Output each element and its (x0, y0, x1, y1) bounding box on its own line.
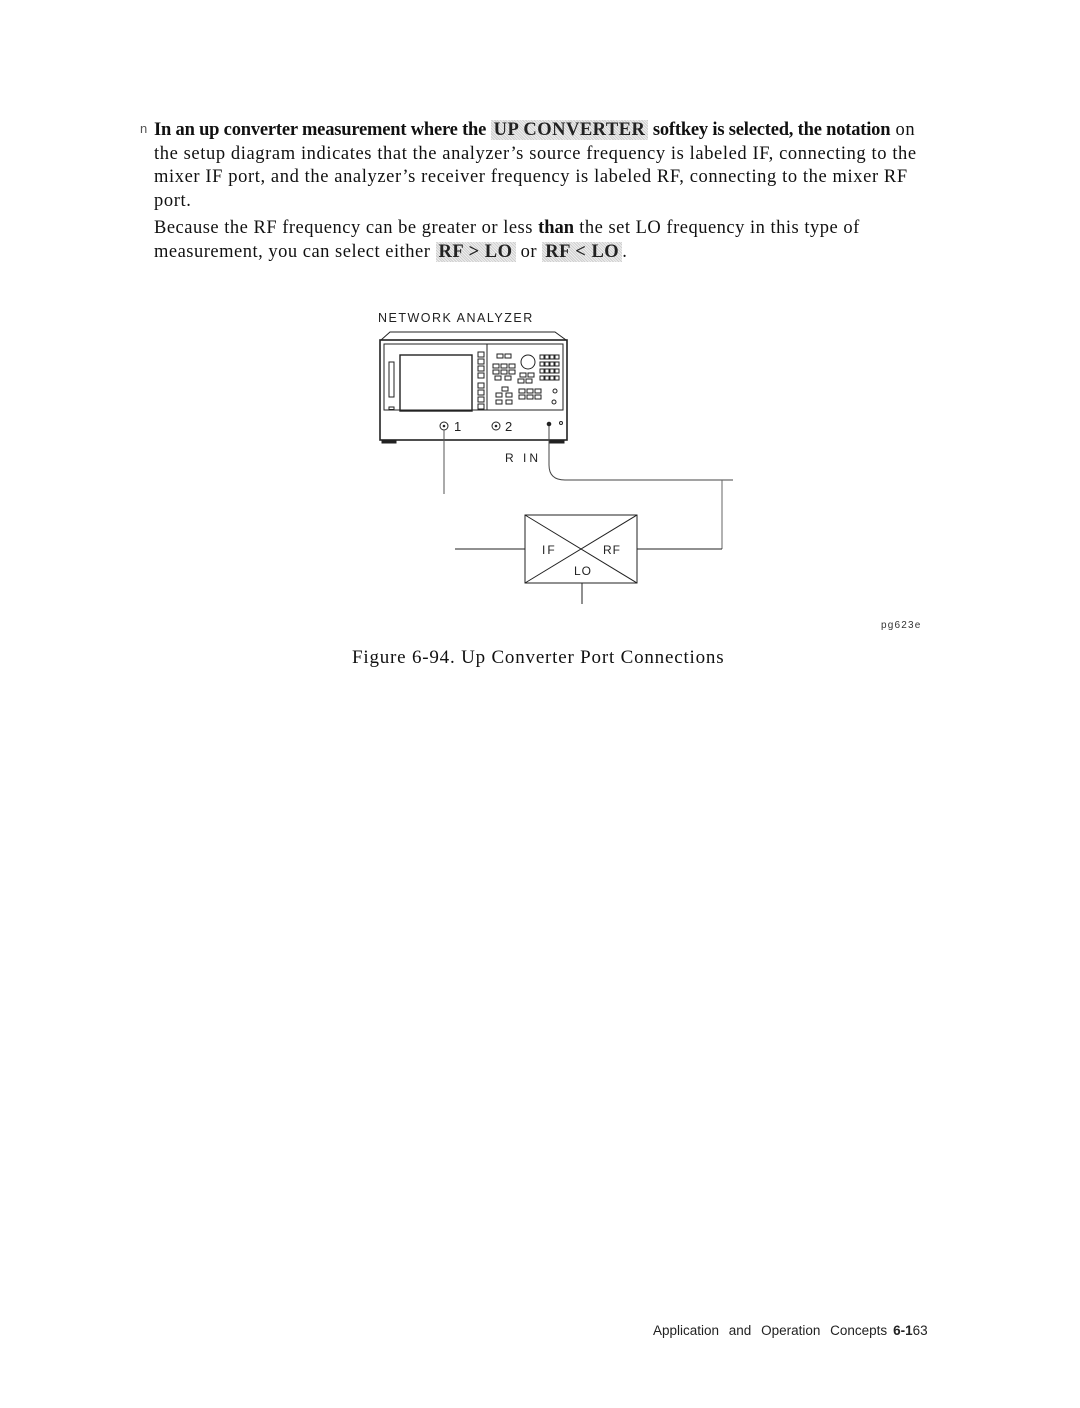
page-footer: Application and Operation Concepts 6-163 (653, 1323, 928, 1338)
mixer-rf-label: RF (603, 543, 621, 557)
analyzer-screen (399, 354, 473, 412)
paragraph-rf-lo: Because the RF frequency can be greater … (154, 217, 944, 264)
analyzer-top (379, 331, 568, 341)
analyzer-case (379, 339, 568, 441)
para-text: Because the RF frequency can be greater … (154, 218, 539, 238)
disk-slot (388, 361, 395, 398)
port2-connector (491, 421, 501, 431)
footer-section: Application and Operation Concepts (653, 1323, 888, 1338)
rin-connector (546, 421, 552, 427)
softkey-rf-greater-lo: RF > LO (435, 241, 516, 262)
softkey-up-converter: UP CONVERTER (490, 120, 649, 140)
setup-diagram: NETWORK ANALYZER 1 2 R IN IF RF LO (378, 311, 733, 604)
port1-label: 1 (454, 419, 461, 434)
para-bold-word: than (538, 218, 575, 238)
softkey-rf-less-lo: RF < LO (542, 241, 623, 262)
mixer-if-label: IF (542, 543, 557, 557)
keypad-mid (517, 372, 542, 400)
lead-text: In an up converter measurement where the (154, 120, 491, 140)
analyzer-foot (549, 439, 565, 444)
port2-label: 2 (505, 419, 512, 434)
softkey-column (477, 351, 485, 410)
mixer-lo-label: LO (574, 564, 592, 578)
bullet-paragraph: n In an up converter measurement where t… (140, 119, 944, 213)
keypad-left (492, 353, 516, 405)
rin-label: R IN (505, 451, 541, 465)
bullet-marker: n (140, 121, 148, 136)
keypad-right (539, 354, 560, 405)
para-text: or (515, 241, 543, 262)
bullet-lead: In an up converter measurement where the… (154, 120, 891, 140)
page-number-suffix: 63 (912, 1323, 928, 1338)
rin-cable (548, 426, 733, 481)
analyzer-foot (381, 439, 397, 444)
rpg-knob (520, 354, 536, 370)
analyzer-front-panel (383, 343, 564, 411)
lead-text-after: softkey is selected, the notation (648, 120, 891, 140)
figure-caption: Figure 6-94. Up Converter Port Connectio… (352, 647, 725, 668)
analyzer-label: NETWORK ANALYZER (378, 311, 534, 325)
para-text: . (622, 241, 628, 262)
figure-id: pg623e (881, 620, 922, 631)
port1-connector (439, 421, 449, 431)
page-number-prefix: 6-1 (893, 1323, 913, 1338)
mixer-box (524, 514, 638, 584)
